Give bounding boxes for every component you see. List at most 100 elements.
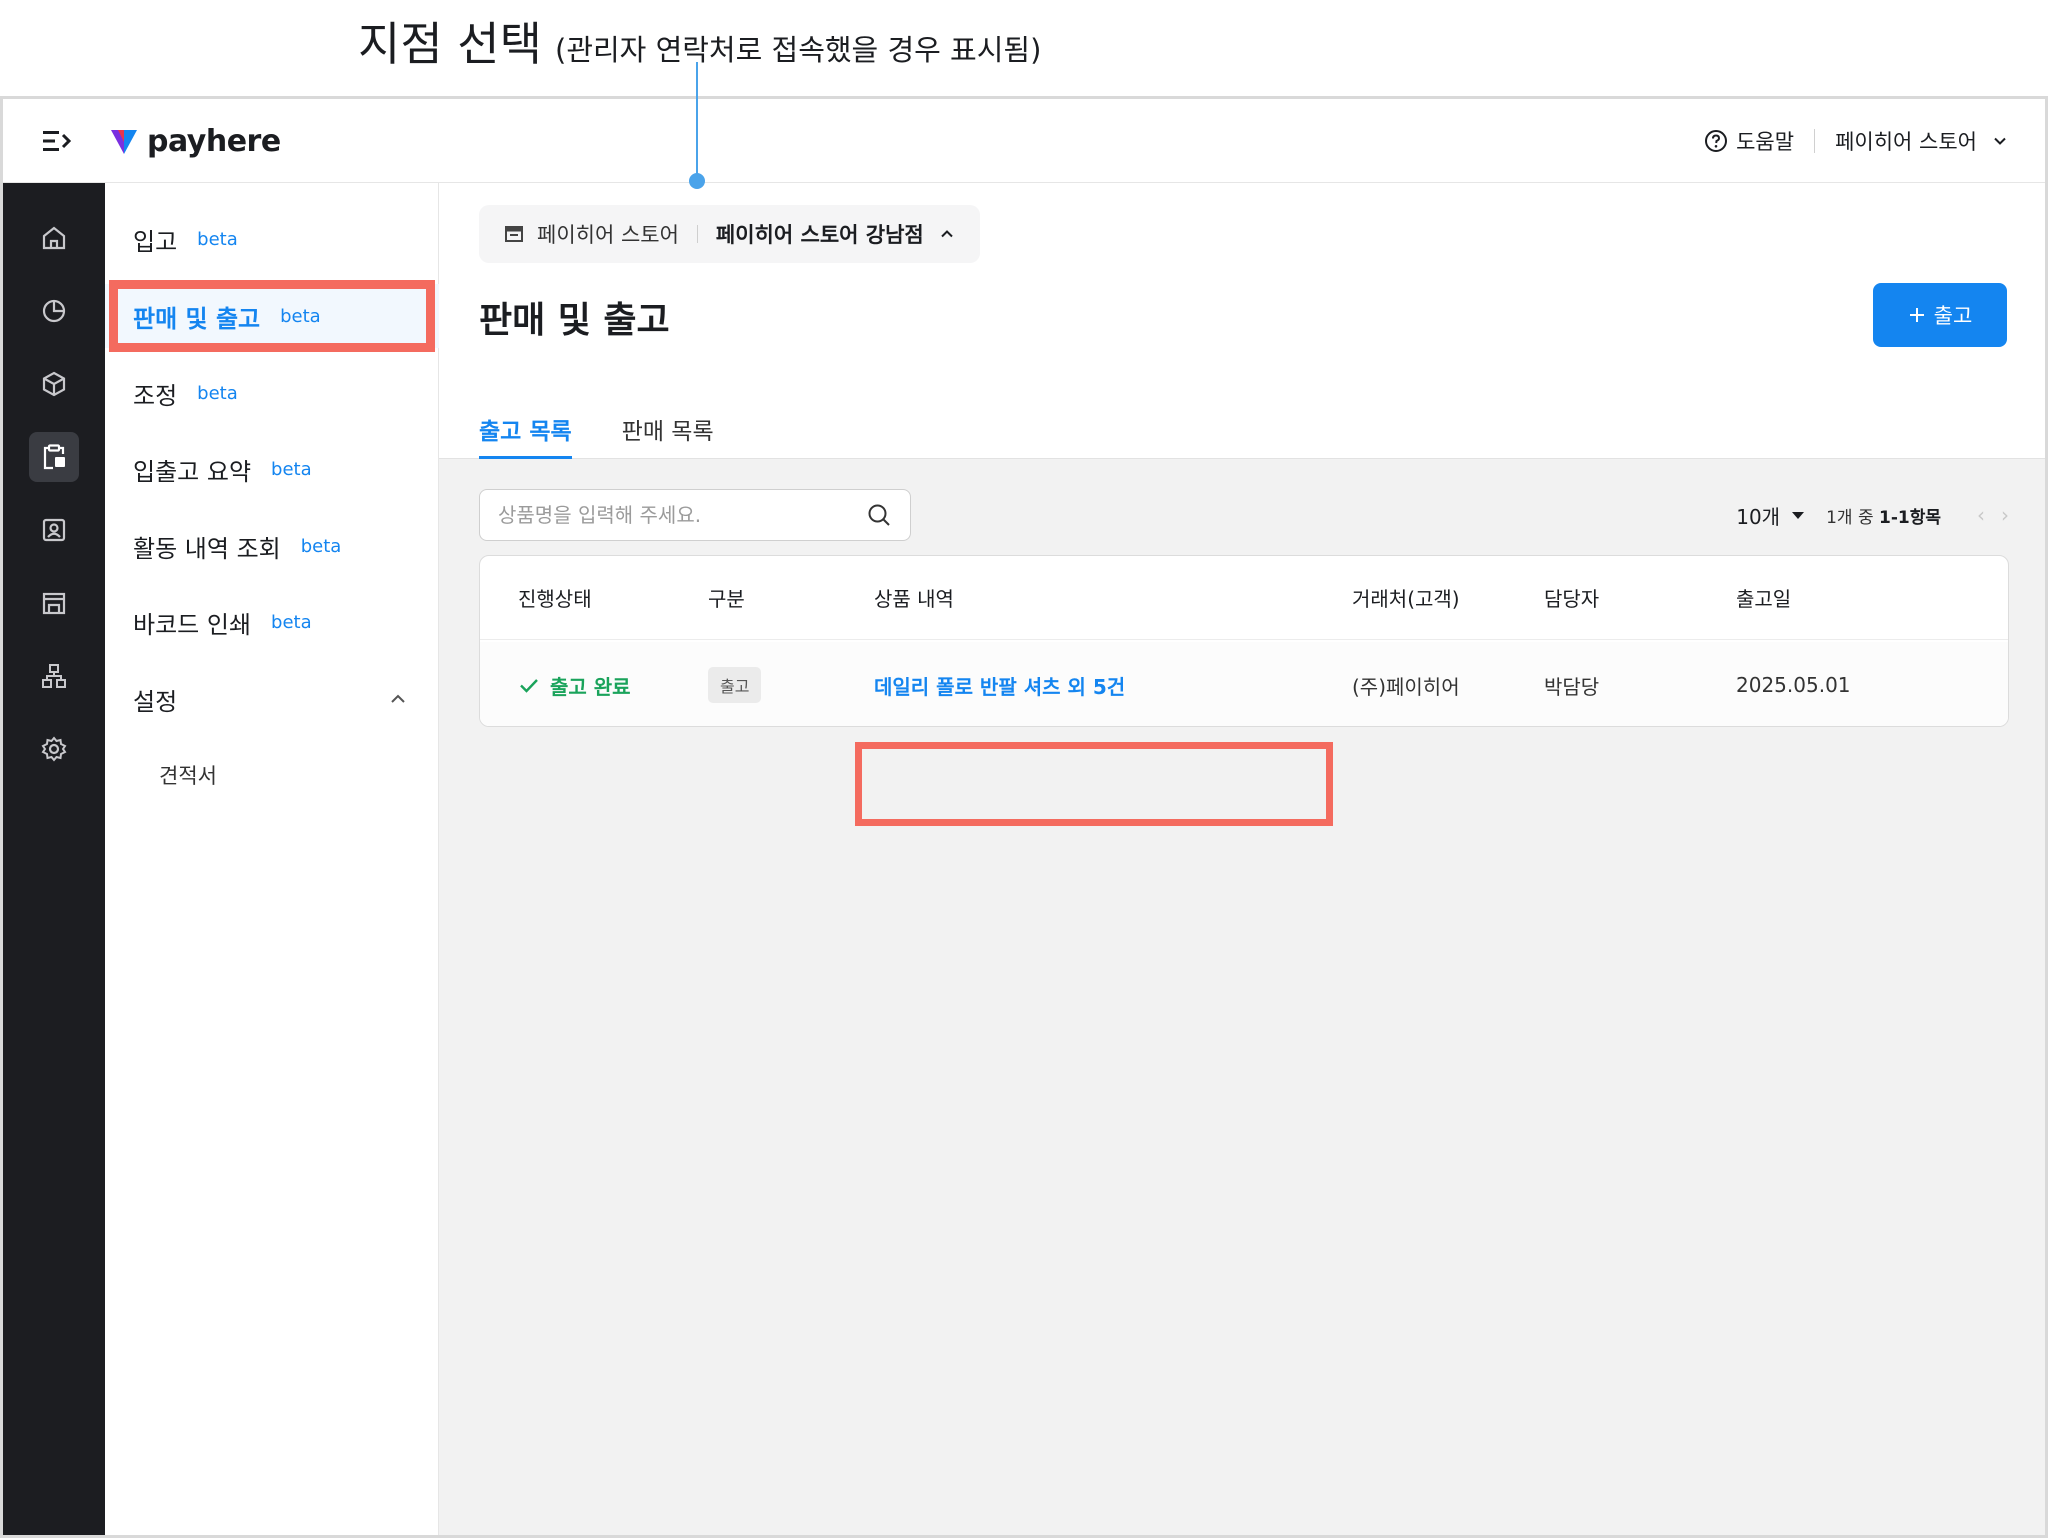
store-name: 페이히어 스토어 [1835,130,1977,154]
status-text: 출고 완료 [550,674,631,699]
plus-icon [1909,308,1924,322]
chart-icon [42,299,66,323]
caret-down-icon [1792,512,1805,519]
submenu-item-receiving[interactable]: 입고 beta [105,207,439,271]
submenu-item-label: 활동 내역 조회 [133,534,281,563]
app-window: payhere 도움말 페이히어 스토어 입고 beta 판매 및 출고 bet… [0,96,2048,1538]
add-button-label: 출고 [1933,305,1973,328]
table-row[interactable]: 출고 완료 출고 데일리 폴로 반팔 셔츠 외 5건 (주)페이히어 박담당 2… [480,642,2008,726]
beta-badge: beta [197,382,238,404]
submenu-settings-group[interactable]: 설정 [105,667,439,731]
annotation-main-text: 지점 선택 [358,17,542,71]
contact-icon [42,518,66,542]
date-cell: 2025.05.01 [1736,673,1851,697]
annotation-header: 지점 선택 (관리자 연락처로 접속했을 경우 표시됨) [0,0,2048,97]
rail-home[interactable] [29,213,79,263]
help-circle-icon [1705,130,1728,152]
top-right-actions: 도움말 페이히어 스토어 [1704,123,2009,159]
submenu-item-summary[interactable]: 입출고 요약 beta [105,437,439,501]
rail-analytics[interactable] [29,286,79,336]
home-icon [42,226,66,250]
annotation-title: 지점 선택 (관리자 연락처로 접속했을 경우 표시됨) [358,8,1041,74]
rail-products[interactable] [29,359,79,409]
rail-customers[interactable] [29,505,79,555]
search-icon[interactable] [866,502,892,528]
header-product: 상품 내역 [874,587,954,611]
submenu-item-label: 조정 [133,381,178,410]
check-icon [520,679,538,693]
table-header: 진행상태 구분 상품 내역 거래처(고객) 담당자 출고일 [480,556,2008,640]
help-label: 도움말 [1736,130,1795,154]
beta-badge: beta [271,458,312,480]
beta-badge: beta [197,228,238,250]
tab-sales-list[interactable]: 판매 목록 [622,399,714,459]
chevron-down-icon [1994,137,2006,145]
status-cell: 출고 완료 [518,671,631,700]
pagination: 10개 1개 중 1-1항목 ‹ › [1736,497,2009,533]
chevron-up-icon [391,694,405,703]
submenu-item-label: 입고 [133,227,178,256]
range-value: 1-1항목 [1879,507,1941,528]
submenu-item-label: 입출고 요약 [133,457,252,486]
submenu-item-activity-log[interactable]: 활동 내역 조회 beta [105,514,439,578]
payhere-logo-mark-icon [111,130,137,154]
header-customer: 거래처(고객) [1352,587,1460,611]
shipping-table: 진행상태 구분 상품 내역 거래처(고객) 담당자 출고일 출고 완료 출고 데… [479,555,2009,727]
gear-icon [41,736,67,762]
product-link[interactable]: 데일리 폴로 반팔 셔츠 외 5건 [874,671,1125,700]
range-prefix: 1개 중 [1826,507,1874,528]
beta-badge: beta [300,535,342,557]
header-status: 진행상태 [518,587,592,611]
sub-menu: 입고 beta 판매 및 출고 beta 조정 beta 입출고 요약 beta… [105,183,439,1535]
type-badge: 출고 [708,667,762,703]
main-content: 페이히어 스토어 페이히어 스토어 강남점 판매 및 출고 출고 출고 목록 판… [439,183,2045,1535]
tab-shipping-list[interactable]: 출고 목록 [479,399,572,459]
help-button[interactable]: 도움말 [1704,126,1794,156]
annotation-pointer-line [696,62,698,180]
manager-cell: 박담당 [1544,674,1600,699]
header-type: 구분 [708,587,745,611]
header-date: 출고일 [1736,587,1792,611]
icon-rail [3,183,105,1535]
chevron-up-icon [941,230,953,238]
highlight-box-product [855,742,1333,826]
range-text: 1개 중 1-1항목 [1826,503,1941,528]
page-title: 판매 및 출고 [479,300,670,341]
rail-settings[interactable] [29,724,79,774]
highlight-box-menu [109,280,435,352]
branch-selector[interactable]: 페이히어 스토어 페이히어 스토어 강남점 [479,205,980,263]
store-front-icon [505,226,523,242]
submenu-item-label: 바코드 인쇄 [133,610,252,639]
payhere-logo[interactable]: payhere [109,121,281,161]
store-selector[interactable]: 페이히어 스토어 [1835,126,2009,156]
search-box [479,489,911,541]
rail-organization[interactable] [29,651,79,701]
annotation-sub-text: (관리자 연락처로 접속했을 경우 표시됨) [555,33,1042,67]
tab-bar: 출고 목록 판매 목록 [479,399,714,459]
submenu-item-barcode[interactable]: 바코드 인쇄 beta [105,590,439,654]
top-divider [1814,129,1816,153]
prev-page-icon[interactable]: ‹ [1977,503,1985,527]
logo-text: payhere [147,123,281,159]
page-size-value: 10개 [1736,504,1781,529]
header-manager: 담당자 [1544,587,1600,611]
top-bar: payhere 도움말 페이히어 스토어 [3,99,2045,183]
rail-stores[interactable] [29,578,79,628]
add-shipping-button[interactable]: 출고 [1873,283,2007,347]
box-icon [42,371,66,397]
beta-badge: beta [271,611,312,633]
menu-toggle-icon[interactable] [39,123,75,159]
customer-cell: (주)페이히어 [1352,674,1460,699]
submenu-item-quotation[interactable]: 견적서 [159,760,217,790]
rail-inventory[interactable] [29,432,79,482]
next-page-icon[interactable]: › [2001,503,2009,527]
submenu-settings-label: 설정 [133,687,178,716]
page-size-select[interactable]: 10개 [1736,501,1806,530]
clipboard-icon [43,444,65,470]
submenu-item-adjustment[interactable]: 조정 beta [105,361,439,425]
search-input[interactable] [498,503,866,527]
branch-store-name: 페이히어 스토어 [537,223,679,247]
annotation-pointer-dot [689,173,705,189]
org-icon [42,664,66,688]
main-header: 페이히어 스토어 페이히어 스토어 강남점 판매 및 출고 출고 출고 목록 판… [439,183,2045,459]
